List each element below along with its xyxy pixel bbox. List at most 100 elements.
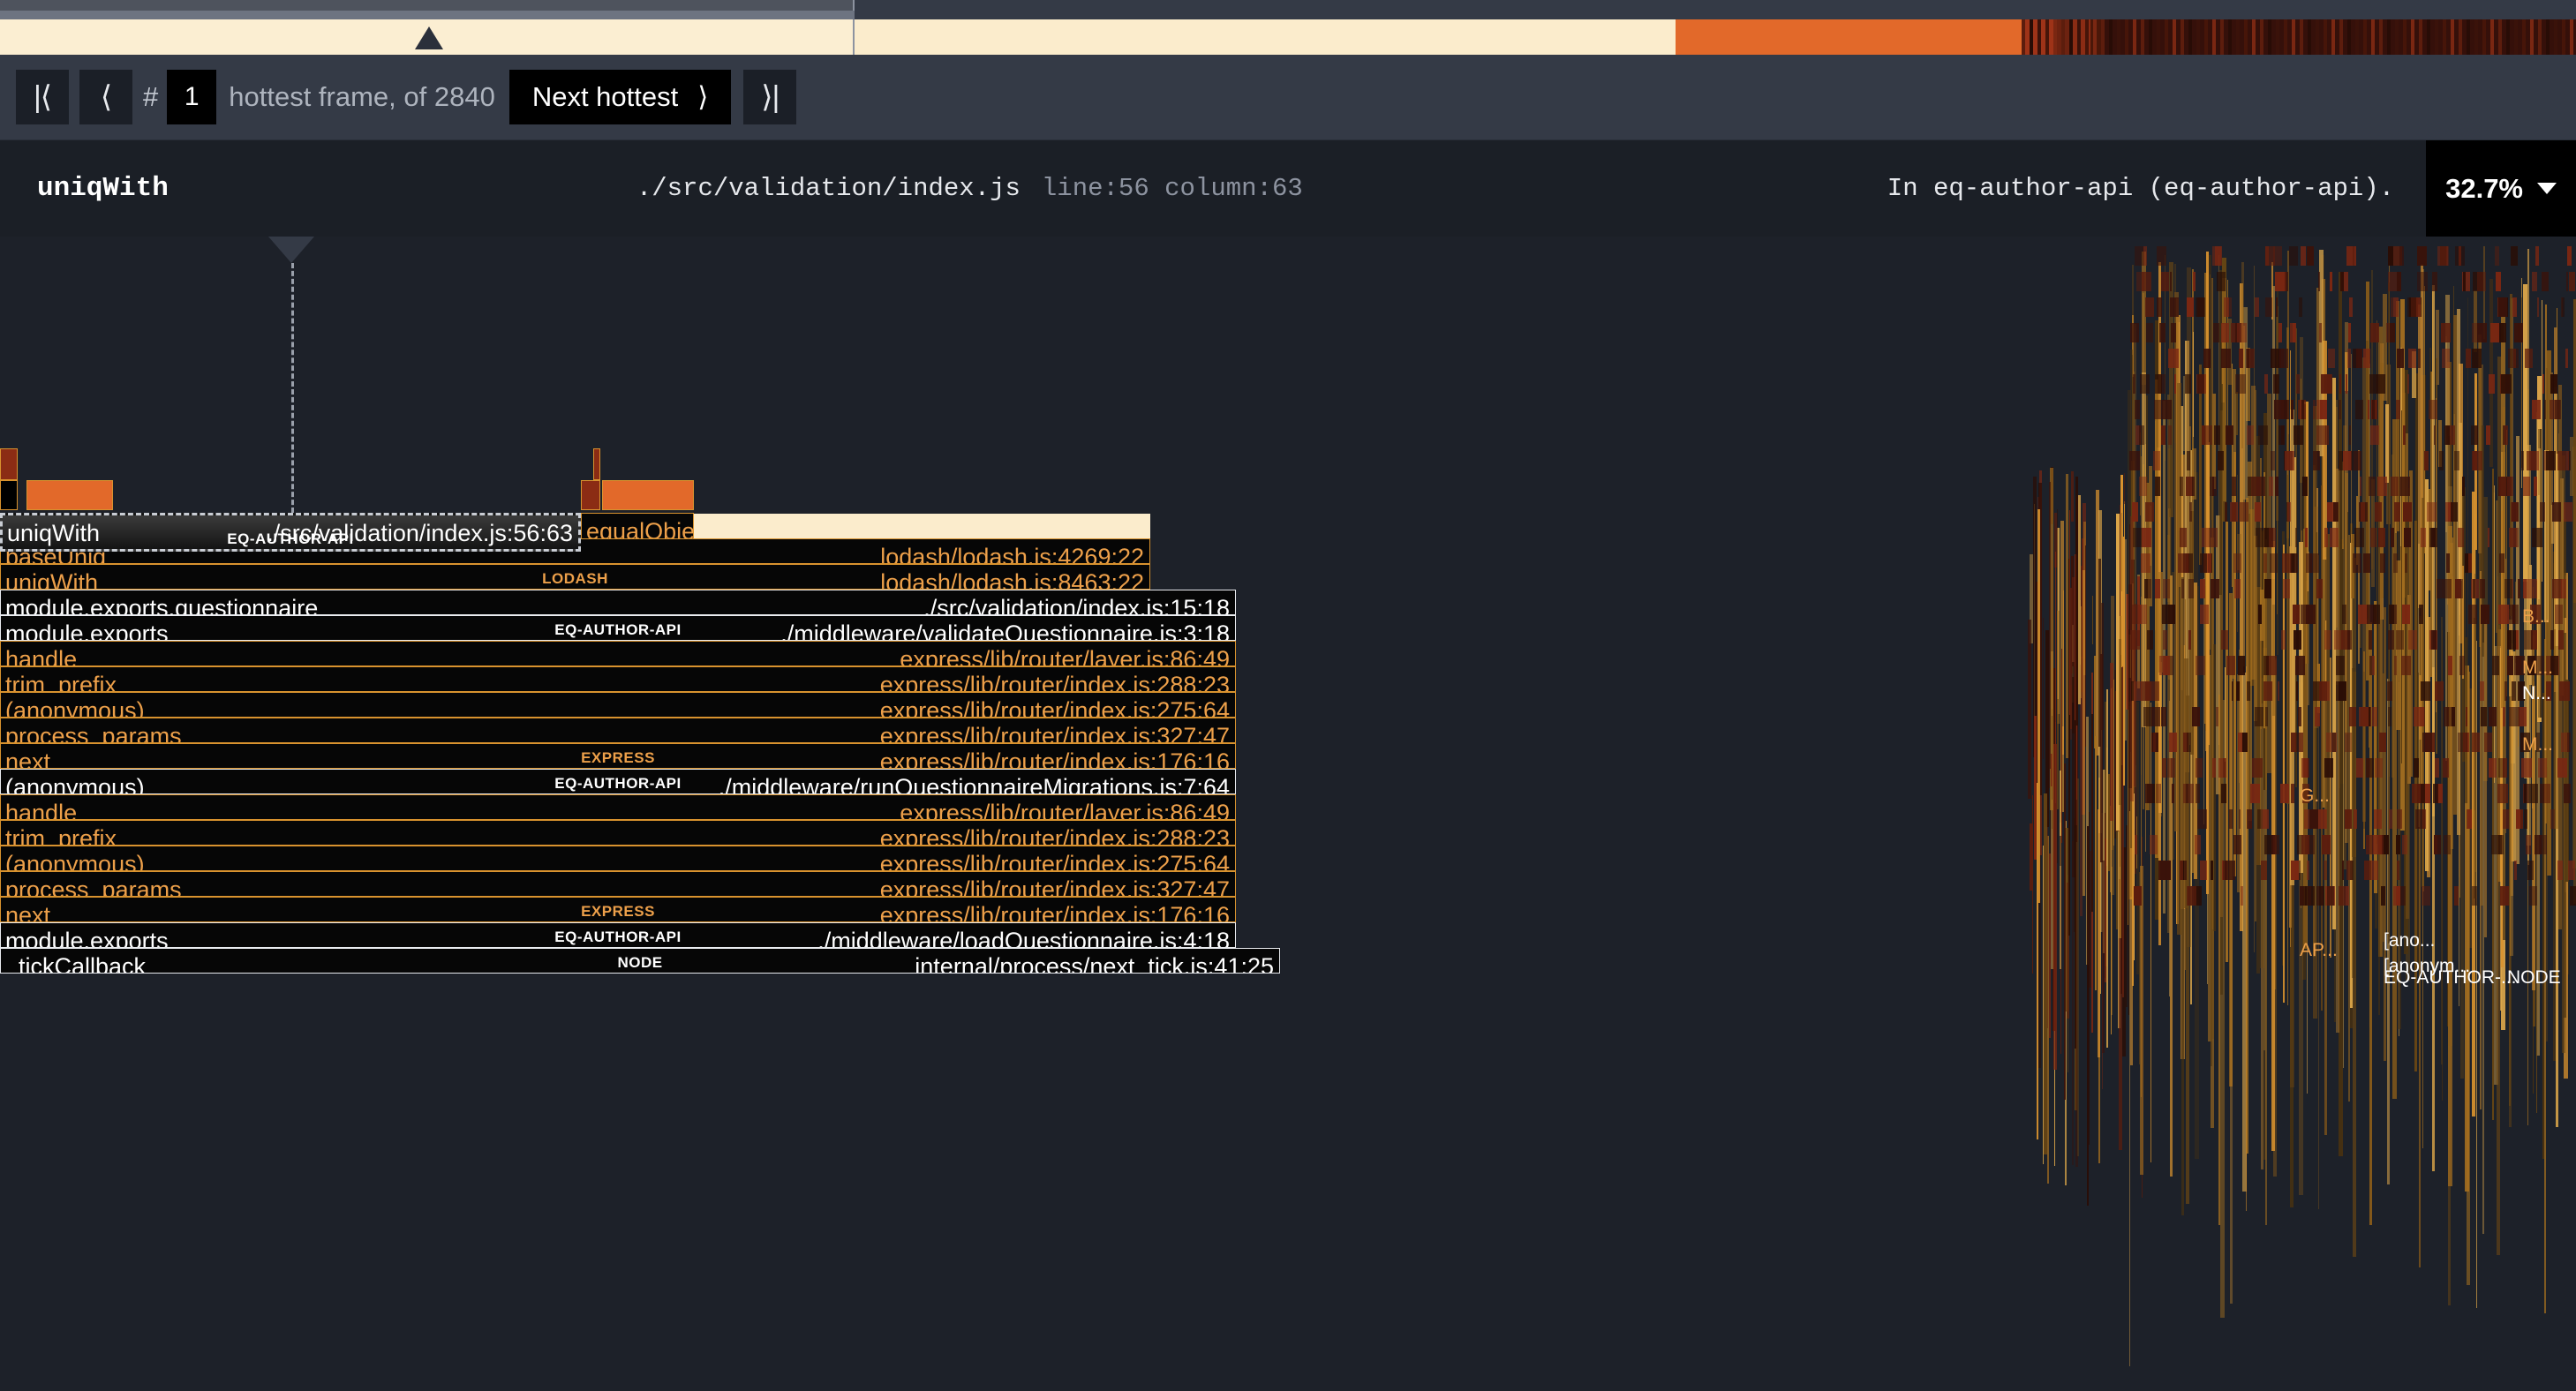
micro-frame [2265, 707, 2268, 726]
micro-frame [2283, 545, 2285, 1003]
micro-frame [2402, 835, 2407, 854]
flame-frame-truncated-label[interactable]: N... [2522, 683, 2551, 704]
micro-frame [2060, 771, 2061, 836]
minimap-segment-tick [2324, 19, 2327, 55]
micro-frame [2524, 630, 2533, 650]
micro-frame [2121, 513, 2122, 591]
micro-frame [2188, 630, 2191, 650]
flame-frame[interactable]: _tickCallback internal/process/next_tick.… [0, 948, 1280, 974]
flame-frame[interactable]: module.exports ./middleware/validateQuest… [0, 615, 1236, 641]
micro-frame [2241, 886, 2243, 906]
minimap-segment-tick [2514, 19, 2518, 55]
flame-frame-truncated-label[interactable]: NODE [2507, 967, 2561, 989]
flame-frame-block[interactable] [602, 480, 694, 510]
flame-frame-truncated-label[interactable]: M... [2522, 658, 2553, 679]
micro-frame [2239, 349, 2243, 368]
micro-frame [2119, 639, 2121, 805]
micro-frame [2296, 681, 2298, 701]
flame-frame[interactable]: process_params express/lib/router/index.j… [0, 718, 1236, 743]
micro-frame [2069, 510, 2070, 715]
flame-frame-block[interactable] [581, 480, 600, 510]
flame-frame-truncated-label[interactable]: [ano... [2384, 930, 2435, 951]
flame-frame-block[interactable] [0, 480, 18, 510]
micro-frame [2163, 630, 2167, 650]
micro-frame [2472, 886, 2477, 906]
flame-frame[interactable]: module.exports.questionnaire ./src/valida… [0, 590, 1236, 615]
flame-frame[interactable]: handle express/lib/router/layer.js:86:49 [0, 794, 1236, 820]
flame-frame-truncated-label[interactable]: B... [2522, 606, 2550, 628]
micro-frame [2349, 425, 2351, 445]
frame-index-value[interactable]: 1 [167, 70, 217, 124]
minimap-segment-tick [2570, 19, 2573, 55]
micro-frame [2270, 553, 2278, 573]
flame-frame[interactable]: next express/lib/router/index.js:176:16 EX… [0, 743, 1236, 769]
minimap-segment[interactable] [1676, 19, 1849, 55]
micro-frame [2168, 605, 2175, 624]
micro-frame [2339, 400, 2341, 419]
flame-frame[interactable]: (anonymous) express/lib/router/index.js:2… [0, 846, 1236, 871]
flame-frame[interactable]: trim_prefix express/lib/router/index.js:2… [0, 666, 1236, 692]
flamegraph-canvas[interactable]: equalObjectsLODASHuniqWith./src/validati… [0, 237, 2576, 1391]
micro-frame [2481, 605, 2489, 624]
flame-frame[interactable]: handle express/lib/router/layer.js:86:49 [0, 641, 1236, 666]
micro-frame [2319, 681, 2327, 701]
frame-percent-dropdown[interactable]: 32.7% [2426, 139, 2576, 237]
micro-frame [2523, 477, 2530, 496]
flame-frame-block[interactable] [593, 448, 600, 480]
micro-frame [2390, 323, 2395, 342]
flame-frame[interactable]: process_params express/lib/router/index.j… [0, 871, 1236, 897]
micro-frame [2342, 605, 2346, 624]
micro-frame [2225, 667, 2226, 762]
micro-frame [2550, 630, 2554, 650]
flame-frame-truncated-label[interactable]: M... [2522, 734, 2553, 756]
flame-frame-truncated-label[interactable]: AP... [2300, 940, 2338, 961]
micro-frame [2471, 425, 2478, 445]
micro-frame [2233, 553, 2241, 573]
next-hottest-button[interactable]: Next hottest ⟩ [508, 70, 732, 124]
flame-frame-truncated-label[interactable]: EQ-AUTHOR-... [2384, 967, 2517, 989]
micro-frame [2424, 451, 2429, 470]
flame-frame-package: EQ-AUTHOR-API [554, 929, 682, 945]
micro-frame [2255, 297, 2259, 317]
first-frame-button[interactable]: |⟨ [16, 70, 69, 124]
frame-function-name: uniqWith [37, 173, 169, 204]
flame-frame[interactable]: trim_prefix express/lib/router/index.js:2… [0, 820, 1236, 846]
flame-frame[interactable]: uniqWith lodash/lodash.js:8463:22 LODASH [0, 564, 1150, 590]
flame-frame-block[interactable] [0, 448, 18, 480]
minimap-segment-tick [2379, 19, 2383, 55]
minimap-segment-tick [2443, 19, 2446, 55]
micro-frame [2444, 425, 2450, 445]
micro-frame [2484, 620, 2487, 937]
flame-frame[interactable]: next express/lib/router/index.js:176:16 EX… [0, 897, 1236, 922]
flame-frame-truncated-label[interactable]: G... [2300, 786, 2330, 807]
micro-frame [2371, 270, 2373, 569]
flame-frame[interactable]: (anonymous) ./middleware/runQuestionnaire… [0, 769, 1236, 794]
micro-frame [2193, 272, 2196, 291]
minimap-segment[interactable] [855, 19, 1676, 55]
flame-frame-selected[interactable]: uniqWith ./src/validation/index.js:56:63 E… [0, 513, 581, 552]
flame-frame[interactable]: module.exports ./middleware/loadQuestionn… [0, 922, 1236, 948]
micro-frame [2075, 720, 2076, 1049]
minimap-overview[interactable] [0, 0, 2576, 55]
selection-pointer-caret-icon [268, 237, 314, 263]
micro-frame [2153, 733, 2156, 752]
micro-frame [2500, 886, 2509, 906]
micro-frame [2514, 323, 2523, 342]
micro-frame [2250, 784, 2260, 803]
micro-frame [2417, 246, 2427, 266]
micro-frame [2223, 861, 2226, 880]
flame-frame[interactable]: (anonymous) express/lib/router/index.js:2… [0, 692, 1236, 718]
minimap-segment[interactable] [1849, 19, 2022, 55]
micro-frame [2350, 861, 2354, 880]
minimap-segment-tick [2244, 19, 2248, 55]
previous-frame-button[interactable]: ⟨ [79, 70, 132, 124]
micro-frame [2431, 630, 2437, 650]
flame-frame-block[interactable] [26, 480, 113, 510]
micro-frame [2501, 374, 2512, 394]
micro-frame [2498, 297, 2507, 317]
micro-frame [2187, 733, 2191, 752]
micro-frame [2078, 495, 2081, 704]
minimap-segment-tick [2228, 19, 2232, 55]
last-frame-button[interactable]: ⟩| [743, 70, 797, 124]
minimap-segment-tick [2188, 19, 2192, 55]
